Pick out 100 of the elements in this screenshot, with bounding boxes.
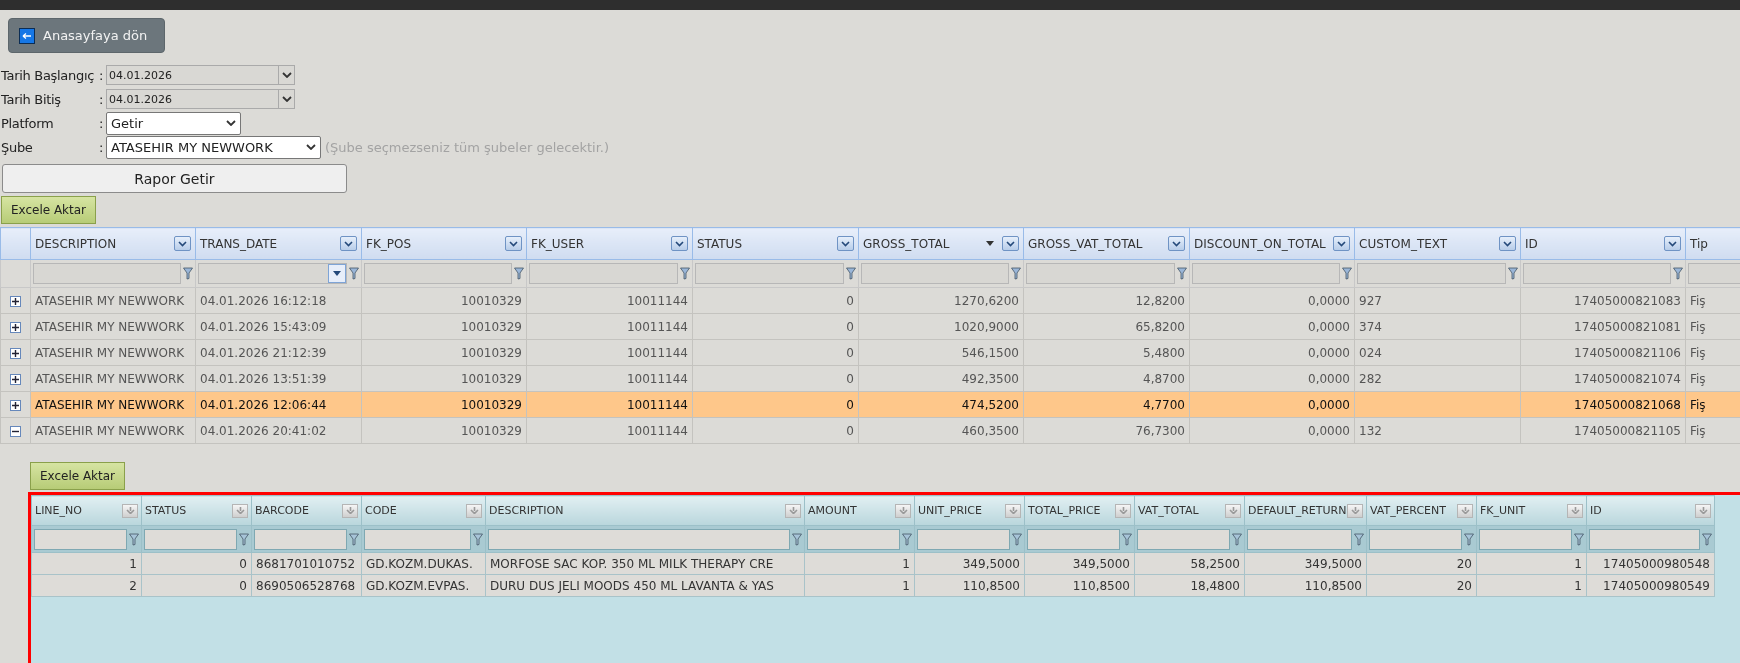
filter-icon[interactable] xyxy=(183,267,193,280)
collapse-icon[interactable] xyxy=(10,425,21,437)
filter-field[interactable] xyxy=(1192,263,1340,284)
column-header[interactable]: GROSS_TOTAL xyxy=(858,227,1024,260)
filter-icon[interactable] xyxy=(1232,532,1242,546)
filter-icon[interactable] xyxy=(1177,267,1187,280)
filter-field[interactable] xyxy=(1026,263,1175,284)
filter-field[interactable] xyxy=(364,528,471,550)
column-menu-button[interactable] xyxy=(340,236,357,251)
column-header[interactable]: Tip xyxy=(1685,227,1740,260)
filter-icon[interactable] xyxy=(1673,267,1683,280)
filter-field[interactable] xyxy=(1523,263,1671,284)
select-field[interactable]: Getir xyxy=(106,111,241,135)
table-cell: 10011144 xyxy=(526,339,693,366)
table-cell: 474,5200 xyxy=(858,391,1024,418)
expand-icon[interactable] xyxy=(10,347,21,359)
filter-icon[interactable] xyxy=(349,267,359,280)
column-menu-button[interactable] xyxy=(1002,236,1019,251)
column-header[interactable]: UNIT_PRICE xyxy=(914,495,1025,526)
filter-field[interactable] xyxy=(807,528,900,550)
column-header[interactable]: GROSS_VAT_TOTAL xyxy=(1023,227,1190,260)
table-cell: ATASEHIR MY NEWWORK xyxy=(30,365,196,392)
expand-icon[interactable] xyxy=(10,399,21,411)
column-menu-button[interactable] xyxy=(174,236,191,251)
column-header[interactable]: TRANS_DATE xyxy=(195,227,362,260)
filter-field[interactable] xyxy=(917,528,1010,550)
filter-icon[interactable] xyxy=(1574,532,1584,546)
filter-icon[interactable] xyxy=(1012,532,1022,546)
column-header[interactable]: CODE xyxy=(361,495,486,526)
filter-field[interactable] xyxy=(34,528,127,550)
filter-icon[interactable] xyxy=(680,267,690,280)
column-menu-button[interactable] xyxy=(1664,236,1681,251)
filter-icon[interactable] xyxy=(792,532,802,546)
filter-icon[interactable] xyxy=(1342,267,1352,280)
column-menu-button[interactable] xyxy=(671,236,688,251)
filter-icon[interactable] xyxy=(514,267,524,280)
column-menu-button[interactable] xyxy=(1333,236,1350,251)
column-header[interactable]: TOTAL_PRICE xyxy=(1024,495,1135,526)
column-menu-button[interactable] xyxy=(505,236,522,251)
export-button[interactable]: Excele Aktar xyxy=(30,462,125,490)
filter-icon[interactable] xyxy=(1464,532,1474,546)
expand-icon[interactable] xyxy=(10,321,21,333)
column-header[interactable]: LINE_NO xyxy=(31,495,142,526)
date-field[interactable]: 04.01.2026 xyxy=(106,89,295,109)
column-header[interactable]: ID xyxy=(1520,227,1686,260)
filter-icon[interactable] xyxy=(1011,267,1021,280)
filter-icon[interactable] xyxy=(473,532,483,546)
column-header[interactable]: BARCODE xyxy=(251,495,362,526)
table-cell: 0,0000 xyxy=(1189,365,1355,392)
report-button[interactable]: Rapor Getir xyxy=(2,164,347,193)
filter-field[interactable] xyxy=(33,263,181,284)
column-header[interactable]: STATUS xyxy=(141,495,252,526)
filter-field[interactable] xyxy=(254,528,347,550)
filter-icon[interactable] xyxy=(129,532,139,546)
filter-field[interactable] xyxy=(1247,528,1352,550)
filter-field[interactable] xyxy=(1137,528,1230,550)
filter-field[interactable] xyxy=(861,263,1009,284)
filter-icon[interactable] xyxy=(1508,267,1518,280)
column-header[interactable]: DEFAULT_RETURN xyxy=(1244,495,1367,526)
filter-icon[interactable] xyxy=(239,532,249,546)
filter-icon[interactable] xyxy=(1354,532,1364,546)
filter-field[interactable] xyxy=(695,263,844,284)
filter-icon[interactable] xyxy=(1122,532,1132,546)
column-menu-button[interactable] xyxy=(837,236,854,251)
filter-field[interactable] xyxy=(1357,263,1506,284)
column-menu-button[interactable] xyxy=(1168,236,1185,251)
filter-icon[interactable] xyxy=(1702,532,1712,546)
filter-field[interactable] xyxy=(1479,528,1572,550)
filter-field[interactable] xyxy=(488,528,790,550)
column-header[interactable]: DESCRIPTION xyxy=(485,495,805,526)
expand-icon[interactable] xyxy=(10,295,21,307)
export-button[interactable]: Excele Aktar xyxy=(1,196,96,224)
column-header[interactable]: DISCOUNT_ON_TOTAL xyxy=(1189,227,1355,260)
table-cell: 0 xyxy=(692,417,859,444)
column-header[interactable]: DESCRIPTION xyxy=(30,227,196,260)
column-header[interactable]: STATUS xyxy=(692,227,859,260)
select-field[interactable]: ATASEHIR MY NEWWORK xyxy=(106,135,321,159)
filter-field[interactable] xyxy=(529,263,678,284)
filter-icon[interactable] xyxy=(902,532,912,546)
column-header[interactable]: FK_USER xyxy=(526,227,693,260)
filter-icon[interactable] xyxy=(846,267,856,280)
column-header[interactable]: CUSTOM_TEXT xyxy=(1354,227,1521,260)
filter-field[interactable] xyxy=(198,263,347,284)
column-header[interactable]: VAT_PERCENT xyxy=(1366,495,1477,526)
filter-field[interactable] xyxy=(1369,528,1462,550)
column-menu-button[interactable] xyxy=(1499,236,1516,251)
column-header[interactable]: FK_POS xyxy=(361,227,527,260)
date-field[interactable]: 04.01.2026 xyxy=(106,65,295,85)
column-header[interactable]: ID xyxy=(1586,495,1715,526)
filter-field[interactable] xyxy=(144,528,237,550)
column-header[interactable]: VAT_TOTAL xyxy=(1134,495,1245,526)
back-button[interactable]: Anasayfaya dön xyxy=(8,18,165,53)
filter-field[interactable] xyxy=(1589,528,1700,550)
column-header[interactable]: FK_UNIT xyxy=(1476,495,1587,526)
filter-field[interactable] xyxy=(364,263,512,284)
dropdown-button[interactable] xyxy=(328,264,346,283)
expand-icon[interactable] xyxy=(10,373,21,385)
filter-icon[interactable] xyxy=(349,532,359,546)
filter-field[interactable] xyxy=(1027,528,1120,550)
column-header[interactable]: AMOUNT xyxy=(804,495,915,526)
